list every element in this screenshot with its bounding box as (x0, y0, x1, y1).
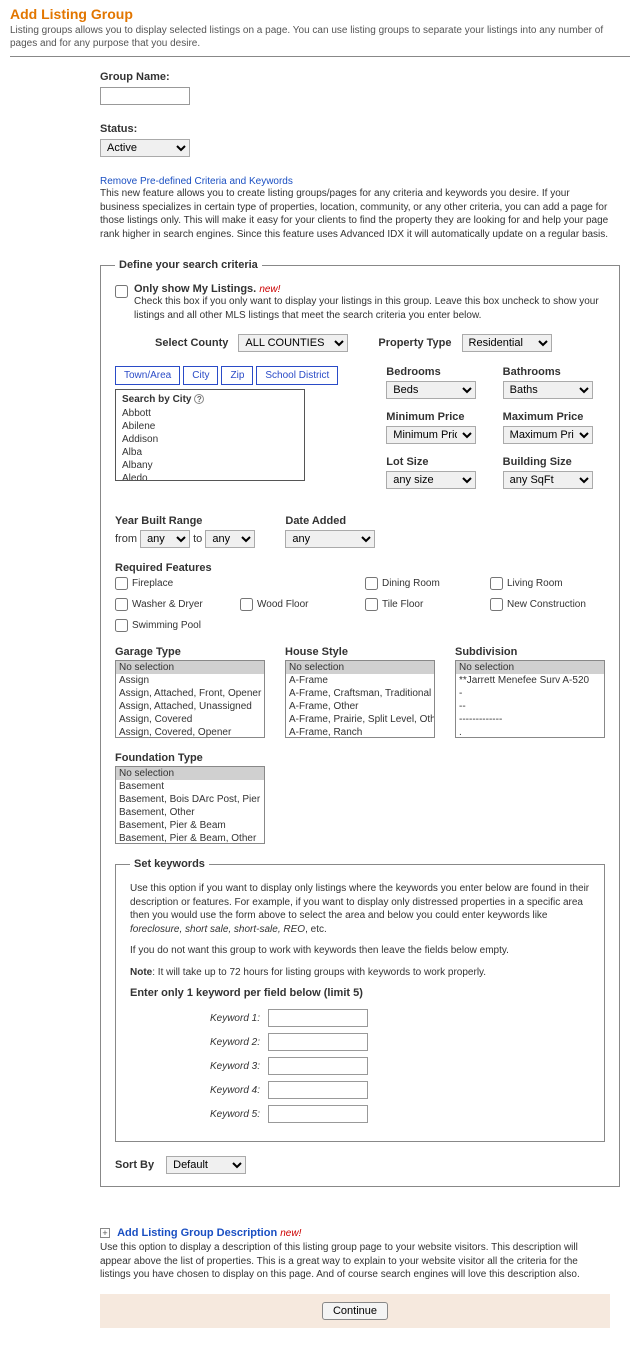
remove-criteria-link[interactable]: Remove Pre-defined Criteria and Keywords (100, 176, 293, 187)
keyword-3-input[interactable] (268, 1057, 368, 1075)
min-price-select[interactable]: Minimum Price (386, 426, 476, 444)
keywords-instruction: Enter only 1 keyword per field below (li… (130, 987, 590, 999)
bathrooms-label: Bathrooms (503, 366, 605, 378)
min-price-label: Minimum Price (386, 411, 488, 423)
required-features-label: Required Features (115, 562, 605, 574)
new-tag: new! (259, 284, 280, 295)
lot-size-label: Lot Size (386, 456, 488, 468)
year-built-label: Year Built Range (115, 515, 255, 527)
page-title: Add Listing Group (10, 6, 630, 22)
tab-zip[interactable]: Zip (221, 366, 253, 385)
status-label: Status: (100, 123, 610, 135)
help-icon[interactable]: ? (194, 394, 204, 404)
status-select[interactable]: Active (100, 139, 190, 157)
keyword-1-input[interactable] (268, 1009, 368, 1027)
tab-school[interactable]: School District (256, 366, 338, 385)
feature-checkbox[interactable] (365, 598, 378, 611)
year-to-select[interactable]: any (205, 530, 255, 548)
feature-checkbox[interactable] (365, 577, 378, 590)
criteria-legend: Define your search criteria (115, 259, 262, 271)
continue-button[interactable]: Continue (322, 1302, 388, 1320)
sort-by-select[interactable]: Default (166, 1156, 246, 1174)
city-listbox[interactable]: Search by City ? Abbott Abilene Addison … (115, 389, 305, 481)
list-item[interactable]: Addison (122, 433, 298, 446)
feature-checkbox[interactable] (115, 598, 128, 611)
lot-size-select[interactable]: any size (386, 471, 476, 489)
feature-checkbox[interactable] (115, 619, 128, 632)
list-item[interactable]: Albany (122, 459, 298, 472)
subdivision-label: Subdivision (455, 646, 605, 658)
feature-checkbox[interactable] (240, 598, 253, 611)
property-type-select[interactable]: Residential (462, 334, 552, 352)
keyword-5-input[interactable] (268, 1105, 368, 1123)
foundation-type-label: Foundation Type (115, 752, 265, 764)
tab-city[interactable]: City (183, 366, 218, 385)
sort-by-label: Sort By (115, 1159, 154, 1171)
house-style-label: House Style (285, 646, 435, 658)
feature-checkbox[interactable] (490, 577, 503, 590)
garage-type-label: Garage Type (115, 646, 265, 658)
criteria-fieldset: Define your search criteria Only show My… (100, 259, 620, 1187)
list-item[interactable]: Alba (122, 446, 298, 459)
feature-checkbox[interactable] (115, 577, 128, 590)
only-my-listings-label: Only show My Listings. (134, 283, 256, 295)
max-price-select[interactable]: Maximum Price (503, 426, 593, 444)
group-name-label: Group Name: (100, 71, 610, 83)
list-item[interactable]: Aledo (122, 472, 298, 481)
add-description-toggle[interactable]: Add Listing Group Description (117, 1227, 277, 1239)
garage-type-list[interactable]: No selection Assign Assign, Attached, Fr… (115, 660, 265, 738)
subdivision-list[interactable]: No selection **Jarrett Menefee Surv A-52… (455, 660, 605, 738)
building-size-label: Building Size (503, 456, 605, 468)
house-style-list[interactable]: No selection A-Frame A-Frame, Craftsman,… (285, 660, 435, 738)
page-subtitle: Listing groups allows you to display sel… (10, 24, 630, 57)
building-size-select[interactable]: any SqFt (503, 471, 593, 489)
select-county-label: Select County (155, 337, 228, 349)
only-my-listings-help: Check this box if you only want to displ… (134, 296, 599, 321)
max-price-label: Maximum Price (503, 411, 605, 423)
tab-town[interactable]: Town/Area (115, 366, 180, 385)
keywords-fieldset: Set keywords Use this option if you want… (115, 858, 605, 1142)
keyword-2-input[interactable] (268, 1033, 368, 1051)
group-name-input[interactable] (100, 87, 190, 105)
list-item[interactable]: Abbott (122, 407, 298, 420)
list-item[interactable]: Abilene (122, 420, 298, 433)
date-added-select[interactable]: any (285, 530, 375, 548)
description-help: Use this option to display a description… (100, 1241, 610, 1282)
select-county-select[interactable]: ALL COUNTIES (238, 334, 348, 352)
property-type-label: Property Type (378, 337, 451, 349)
foundation-type-list[interactable]: No selection Basement Basement, Bois DAr… (115, 766, 265, 844)
bedrooms-select[interactable]: Beds (386, 381, 476, 399)
keyword-4-input[interactable] (268, 1081, 368, 1099)
bedrooms-label: Bedrooms (386, 366, 488, 378)
keywords-legend: Set keywords (130, 858, 209, 870)
criteria-intro-text: This new feature allows you to create li… (100, 187, 610, 241)
expand-icon[interactable]: + (100, 1228, 110, 1238)
date-added-label: Date Added (285, 515, 375, 527)
bathrooms-select[interactable]: Baths (503, 381, 593, 399)
only-my-listings-checkbox[interactable] (115, 285, 128, 298)
feature-checkbox[interactable] (490, 598, 503, 611)
year-from-select[interactable]: any (140, 530, 190, 548)
